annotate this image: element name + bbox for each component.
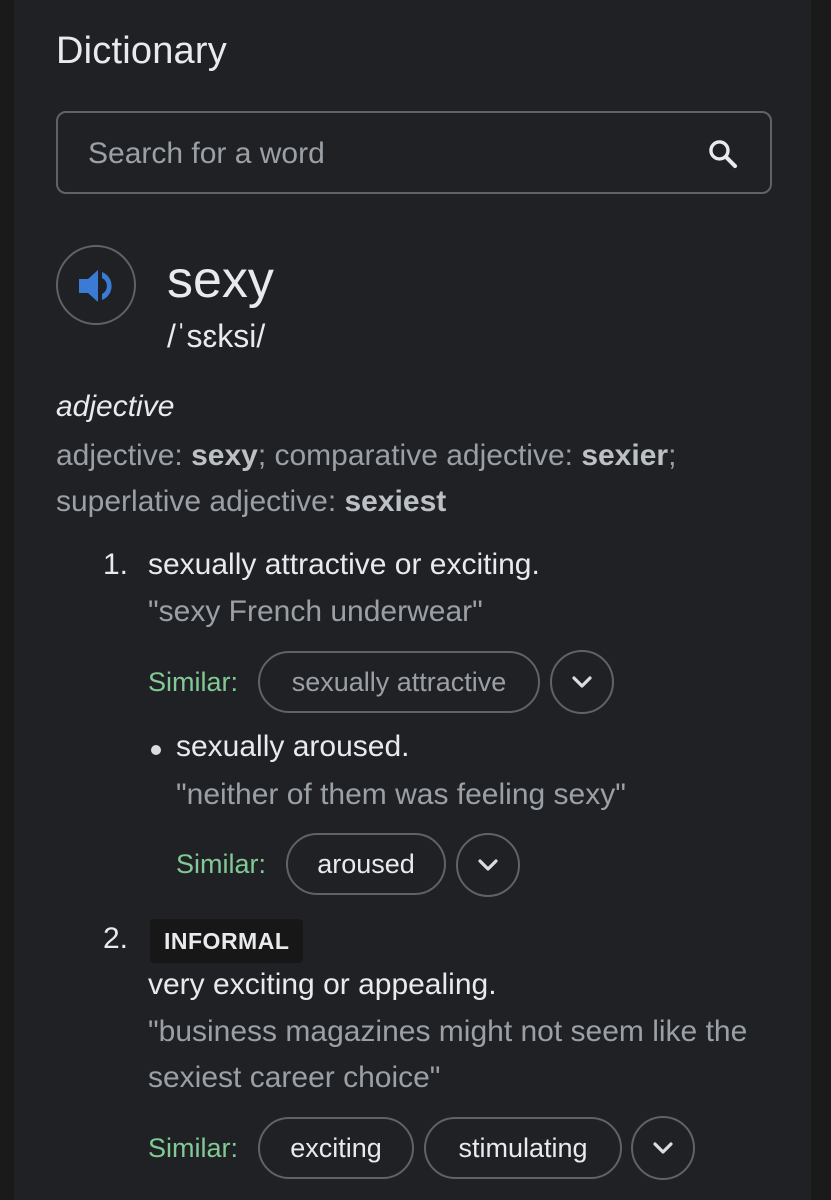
form-value: sexier [581, 439, 669, 472]
sense-number: 1. [103, 548, 129, 581]
chevron-down-icon [653, 1142, 673, 1154]
sense-example: "business magazines might not seem like … [148, 1015, 748, 1094]
form-separator: ; [257, 439, 275, 472]
similar-chip[interactable]: stimulating [424, 1117, 622, 1179]
sense-definition: very exciting or appealing. [148, 968, 497, 1001]
chevron-down-icon [478, 859, 498, 871]
similar-label: Similar: [148, 1133, 239, 1163]
phonetic: /ˈsɛksi/ [167, 318, 266, 354]
page-title: Dictionary [56, 30, 227, 72]
bullet [151, 745, 161, 755]
expand-similar-button[interactable] [550, 650, 614, 714]
similar-chip[interactable]: exciting [258, 1117, 414, 1179]
form-label: superlative adjective: [56, 485, 345, 518]
similar-label: Similar: [148, 667, 239, 697]
register-label: INFORMAL [150, 919, 304, 963]
form-label: comparative adjective: [274, 439, 582, 472]
form-label: adjective: [56, 439, 192, 472]
sense-example: "sexy French underwear" [148, 595, 483, 628]
similar-chip[interactable]: aroused [286, 833, 446, 895]
subsense-example: "neither of them was feeling sexy" [176, 778, 626, 811]
subsense-definition: sexually aroused. [176, 730, 410, 763]
word-forms: adjective: sexy; comparative adjective: … [56, 433, 796, 525]
pronunciation-button[interactable] [56, 245, 136, 325]
part-of-speech: adjective [56, 390, 175, 423]
chevron-down-icon [572, 676, 592, 688]
form-separator: ; [668, 439, 677, 472]
dictionary-card: Dictionary sexy /ˈsɛksi/ adjective adjec… [14, 0, 811, 1200]
form-value: sexy [191, 439, 258, 472]
search-box[interactable] [56, 111, 772, 194]
sense-number: 2. [103, 922, 129, 955]
similar-chip[interactable]: sexually attractive [258, 651, 540, 713]
search-input[interactable] [86, 113, 690, 194]
similar-label: Similar: [176, 849, 267, 879]
headword: sexy [167, 251, 274, 309]
search-icon[interactable] [706, 137, 740, 171]
expand-similar-button[interactable] [631, 1116, 695, 1180]
sense-definition: sexually attractive or exciting. [148, 548, 540, 581]
speaker-icon [79, 270, 112, 302]
expand-similar-button[interactable] [456, 833, 520, 897]
form-value: sexiest [344, 485, 447, 518]
